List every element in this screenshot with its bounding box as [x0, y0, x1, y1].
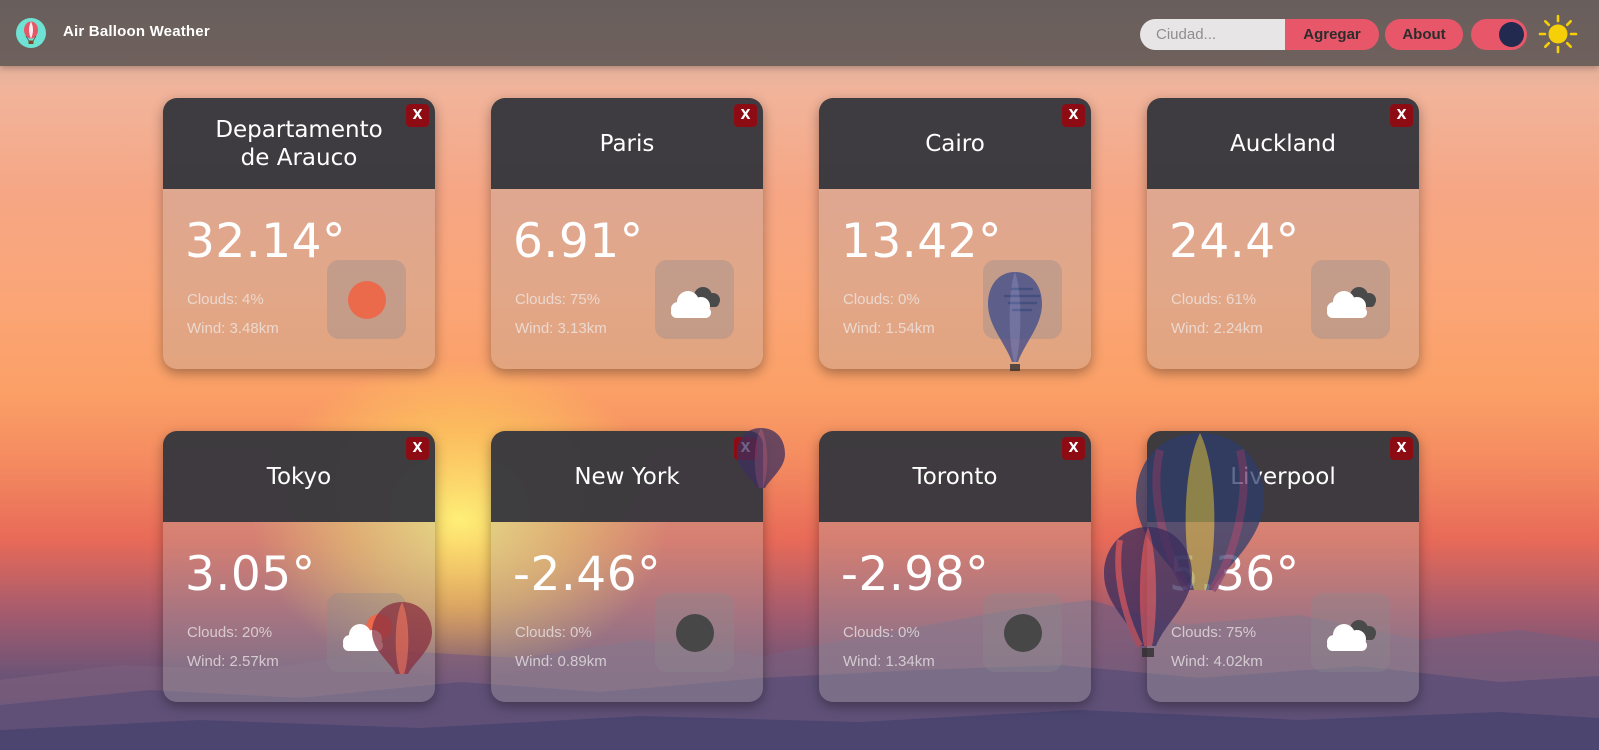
card-header: Paris: [491, 98, 763, 189]
temperature: 24.4°: [1169, 214, 1300, 269]
clouds-value: Clouds: 0%: [515, 624, 592, 641]
wind-value: Wind: 1.34km: [843, 653, 935, 670]
card-body: 13.42° Clouds: 0% Wind: 1.54km: [819, 189, 1091, 369]
weather-card: Cairo X 13.42° Clouds: 0% Wind: 1.54km: [819, 98, 1091, 369]
clear-night-icon: [983, 593, 1062, 672]
clouds-value: Clouds: 20%: [187, 624, 273, 641]
city-name: Departamento de Arauco: [215, 116, 383, 171]
city-name: New York: [574, 463, 680, 490]
clouds-value: Clouds: 75%: [515, 291, 601, 308]
temperature: 32.14°: [185, 214, 347, 269]
temperature: -2.46°: [513, 547, 662, 602]
sun-icon: [327, 260, 406, 339]
wind-value: Wind: 0.89km: [515, 653, 607, 670]
wind-value: Wind: 2.57km: [187, 653, 279, 670]
broken-clouds-icon: [1311, 260, 1390, 339]
about-button[interactable]: About: [1385, 19, 1463, 50]
remove-card-button[interactable]: X: [406, 104, 429, 127]
wind-value: Wind: 3.13km: [515, 320, 607, 337]
card-body: 32.14° Clouds: 4% Wind: 3.48km: [163, 189, 435, 369]
city-name: Auckland: [1230, 130, 1336, 157]
card-header: Toronto: [819, 431, 1091, 522]
temperature: 3.05°: [185, 547, 316, 602]
broken-clouds-icon: [1311, 593, 1390, 672]
wind-value: Wind: 1.54km: [843, 320, 935, 337]
city-name: Toronto: [912, 463, 998, 490]
remove-card-button[interactable]: X: [1390, 437, 1413, 460]
clouds-value: Clouds: 0%: [843, 624, 920, 641]
remove-card-button[interactable]: X: [734, 104, 757, 127]
city-name: Cairo: [925, 130, 985, 157]
city-name: Tokyo: [266, 463, 332, 490]
remove-card-button[interactable]: X: [1390, 104, 1413, 127]
add-city-button[interactable]: Agregar: [1285, 19, 1379, 50]
temperature: 6.91°: [513, 214, 644, 269]
clear-night-icon: [655, 593, 734, 672]
weather-card: Paris X 6.91° Clouds: 75% Wind: 3.13km: [491, 98, 763, 369]
card-header: Departamento de Arauco: [163, 98, 435, 189]
app-title: Air Balloon Weather: [63, 23, 210, 40]
balloon-decoration: [1104, 527, 1192, 657]
toggle-knob: [1499, 22, 1524, 47]
card-body: 24.4° Clouds: 61% Wind: 2.24km: [1147, 189, 1419, 369]
balloon-decoration: [372, 602, 432, 674]
navbar: Air Balloon Weather Agregar About: [0, 0, 1599, 66]
sun-icon[interactable]: [1538, 14, 1578, 54]
card-header: Auckland: [1147, 98, 1419, 189]
card-header: New York: [491, 431, 763, 522]
weather-card: Auckland X 24.4° Clouds: 61% Wind: 2.24k…: [1147, 98, 1419, 369]
weather-card: New York X -2.46° Clouds: 0% Wind: 0.89k…: [491, 431, 763, 702]
balloon-icon[interactable]: [16, 18, 46, 48]
wind-value: Wind: 2.24km: [1171, 320, 1263, 337]
wind-value: Wind: 3.48km: [187, 320, 279, 337]
card-body: 6.91° Clouds: 75% Wind: 3.13km: [491, 189, 763, 369]
weather-card: Departamento de Arauco X 32.14° Clouds: …: [163, 98, 435, 369]
city-search-input[interactable]: [1140, 19, 1301, 50]
card-body: -2.98° Clouds: 0% Wind: 1.34km: [819, 522, 1091, 702]
city-name: Paris: [599, 130, 655, 157]
card-body: -2.46° Clouds: 0% Wind: 0.89km: [491, 522, 763, 702]
card-header: Tokyo: [163, 431, 435, 522]
balloon-decoration: [737, 428, 785, 488]
broken-clouds-icon: [655, 260, 734, 339]
clouds-value: Clouds: 4%: [187, 291, 264, 308]
remove-card-button[interactable]: X: [1062, 437, 1085, 460]
remove-card-button[interactable]: X: [1062, 104, 1085, 127]
balloon-decoration: [988, 272, 1042, 371]
card-header: Cairo: [819, 98, 1091, 189]
weather-card: Toronto X -2.98° Clouds: 0% Wind: 1.34km: [819, 431, 1091, 702]
remove-card-button[interactable]: X: [406, 437, 429, 460]
theme-toggle[interactable]: [1471, 19, 1527, 50]
clouds-value: Clouds: 0%: [843, 291, 920, 308]
temperature: 13.42°: [841, 214, 1003, 269]
clouds-value: Clouds: 61%: [1171, 291, 1257, 308]
temperature: -2.98°: [841, 547, 990, 602]
